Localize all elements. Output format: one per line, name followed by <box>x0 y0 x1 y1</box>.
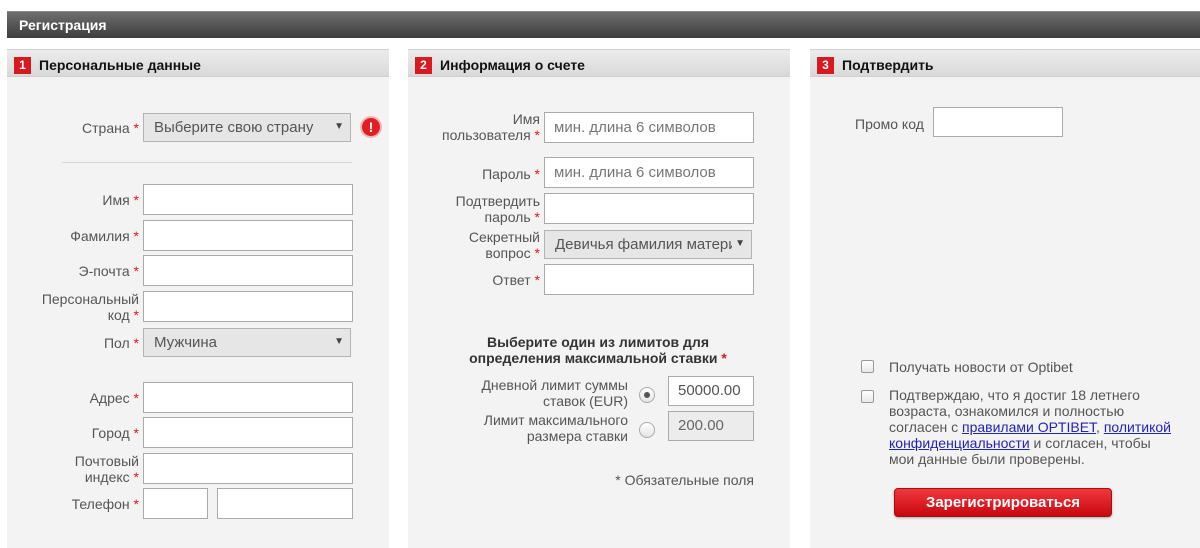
email-field[interactable] <box>143 255 353 286</box>
register-button[interactable]: Зарегистрироваться <box>894 488 1112 517</box>
phone-number-field[interactable] <box>217 488 353 519</box>
error-icon: ! <box>360 116 382 138</box>
max-bet-radio[interactable] <box>639 422 655 438</box>
step-number-3: 3 <box>817 57 834 74</box>
gender-select-value: Мужчина <box>154 334 218 351</box>
username-placeholder: мин. длина 6 символов <box>554 119 716 136</box>
email-label: Э-почта * <box>78 263 139 279</box>
gender-select[interactable]: Мужчина ▼ <box>143 328 351 357</box>
daily-limit-radio[interactable] <box>639 387 655 403</box>
step-number-1: 1 <box>14 57 31 74</box>
daily-limit-label: Дневной лимит суммы ставок (EUR) <box>481 377 628 409</box>
terms-checkbox[interactable] <box>861 390 874 403</box>
divider <box>62 162 352 163</box>
daily-limit-value: 50000.00 <box>678 382 741 399</box>
limits-heading: Выберите один из лимитов для определения… <box>469 334 727 366</box>
promo-code-label: Промо код <box>855 116 924 132</box>
password-field[interactable]: мин. длина 6 символов <box>544 157 754 188</box>
username-field[interactable]: мин. длина 6 символов <box>544 112 754 143</box>
username-label: Имя пользователя * <box>442 111 540 143</box>
rules-link[interactable]: правилами OPTIBET <box>962 419 1096 435</box>
max-bet-label: Лимит максимального размера ставки <box>483 412 628 444</box>
secret-question-label: Секретный вопрос * <box>468 229 540 261</box>
privacy-link-part2[interactable]: конфиденциальности <box>889 435 1030 451</box>
news-label: Получать новости от Optibet <box>889 359 1073 375</box>
personal-data-title: Персональные данные <box>39 57 201 73</box>
personal-code-field[interactable] <box>143 291 353 322</box>
step-number-2: 2 <box>415 57 432 74</box>
account-info-title: Информация о счете <box>440 57 585 73</box>
confirm-password-field[interactable] <box>544 193 754 224</box>
daily-limit-field[interactable]: 50000.00 <box>668 376 754 406</box>
gender-label: Пол * <box>103 335 139 351</box>
password-placeholder: мин. длина 6 символов <box>554 164 716 181</box>
country-select[interactable]: Выберите свою страну ▼ <box>143 113 351 142</box>
last-name-field[interactable] <box>143 220 353 251</box>
personal-code-label: Персональный код * <box>41 291 139 323</box>
password-label: Пароль * <box>482 166 540 182</box>
account-info-header: 2 Информация о счете <box>408 49 790 77</box>
promo-code-field[interactable] <box>933 107 1063 137</box>
city-label: Город * <box>91 425 139 441</box>
privacy-link-part1[interactable]: политикой <box>1104 419 1171 435</box>
secret-question-select[interactable]: Девичья фамилия матери ▼ <box>544 230 752 259</box>
last-name-label: Фамилия * <box>70 228 139 244</box>
country-label: Страна * <box>82 120 139 136</box>
city-field[interactable] <box>143 417 353 448</box>
personal-data-panel: 1 Персональные данные Страна * Выберите … <box>7 49 389 548</box>
page-title: Регистрация <box>19 17 107 33</box>
phone-label: Телефон * <box>71 496 139 512</box>
first-name-field[interactable] <box>143 184 353 215</box>
phone-prefix-field[interactable] <box>143 488 208 519</box>
postal-code-label: Почтовый индекс * <box>74 453 139 485</box>
first-name-label: Имя * <box>102 192 139 208</box>
max-bet-field[interactable]: 200.00 <box>668 411 754 441</box>
chevron-down-icon: ▼ <box>331 336 344 347</box>
secret-question-value: Девичья фамилия матери <box>555 236 737 253</box>
personal-data-header: 1 Персональные данные <box>7 49 389 77</box>
account-info-panel: 2 Информация о счете Имя пользователя * … <box>408 49 790 548</box>
required-fields-note: * Обязательные поля <box>615 472 754 488</box>
page-header-bar: Регистрация <box>7 11 1200 38</box>
address-field[interactable] <box>143 382 353 413</box>
confirm-header: 3 Подтвердить <box>810 49 1200 77</box>
answer-field[interactable] <box>544 264 754 295</box>
chevron-down-icon: ▼ <box>732 238 745 249</box>
answer-label: Ответ * <box>492 272 540 288</box>
postal-code-field[interactable] <box>143 453 353 484</box>
country-select-value: Выберите свою страну <box>154 119 314 136</box>
terms-text: Подтверждаю, что я достиг 18 летнего воз… <box>889 387 1171 467</box>
confirm-panel: 3 Подтвердить Промо код Получать новости… <box>810 49 1200 548</box>
confirm-title: Подтвердить <box>842 57 934 73</box>
news-checkbox[interactable] <box>861 360 874 373</box>
max-bet-value: 200.00 <box>678 417 724 434</box>
address-label: Адрес * <box>89 390 139 406</box>
chevron-down-icon: ▼ <box>331 121 344 132</box>
confirm-password-label: Подтвердить пароль * <box>455 193 540 225</box>
